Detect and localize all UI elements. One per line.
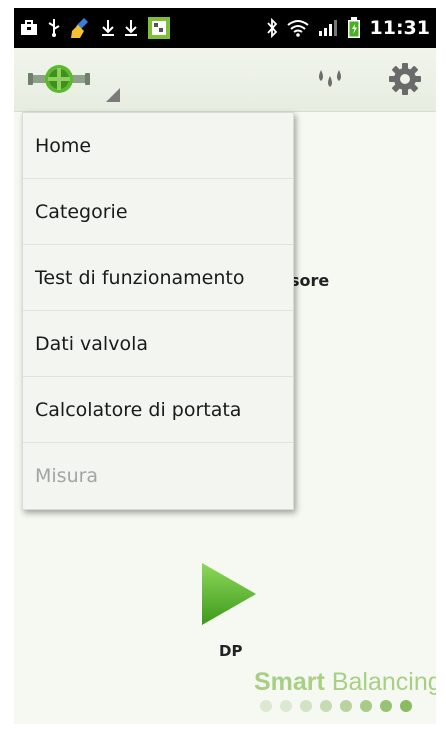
menu-item-home[interactable]: Home: [23, 113, 293, 179]
app-notification-icon: [147, 16, 171, 40]
signal-icon: [318, 19, 338, 37]
page-dots: [260, 700, 412, 712]
valve-logo-icon[interactable]: [28, 62, 90, 96]
page-dot: [300, 700, 312, 712]
menu-item-calcolatore-portata[interactable]: Calcolatore di portata: [23, 377, 293, 443]
page-dot: [360, 700, 372, 712]
status-bar: 11:31: [14, 8, 436, 48]
page-dot: [280, 700, 292, 712]
briefcase-icon: [20, 19, 38, 37]
page-dot: [260, 700, 272, 712]
play-label: DP: [219, 642, 243, 660]
page-dot: [400, 700, 412, 712]
status-time: 11:31: [369, 17, 430, 39]
play-icon[interactable]: [200, 561, 258, 627]
cleaner-broom-icon: [70, 17, 92, 39]
water-drops-icon[interactable]: [312, 62, 348, 98]
page-dot: [340, 700, 352, 712]
download-icon: [124, 19, 138, 37]
menu-item-test-funzionamento[interactable]: Test di funzionamento: [23, 245, 293, 311]
menu-item-misura: Misura: [35, 465, 99, 487]
wifi-icon: [286, 19, 309, 37]
menu-item-dati-valvola[interactable]: Dati valvola: [23, 311, 293, 377]
gear-icon[interactable]: [388, 62, 422, 96]
action-bar: [14, 48, 436, 112]
menu-item-categorie[interactable]: Categorie: [23, 179, 293, 245]
spinner-arrow-icon[interactable]: [106, 88, 120, 102]
bluetooth-icon: [266, 18, 278, 38]
background-label: sore: [290, 271, 330, 290]
brand-light: Balancing: [331, 668, 436, 696]
brand-logo-text: Smart Balancing: [254, 668, 436, 697]
page-dot: [380, 700, 392, 712]
phone-screen: 11:31 sore DP Smart Balancing Home Categ…: [14, 8, 436, 724]
brand-bold: Smart: [254, 668, 325, 696]
usb-icon: [47, 18, 61, 38]
download-icon: [101, 19, 115, 37]
page-dot: [320, 700, 332, 712]
battery-charging-icon: [347, 17, 361, 39]
navigation-dropdown: Home Categorie Test di funzionamento Dat…: [22, 112, 294, 510]
